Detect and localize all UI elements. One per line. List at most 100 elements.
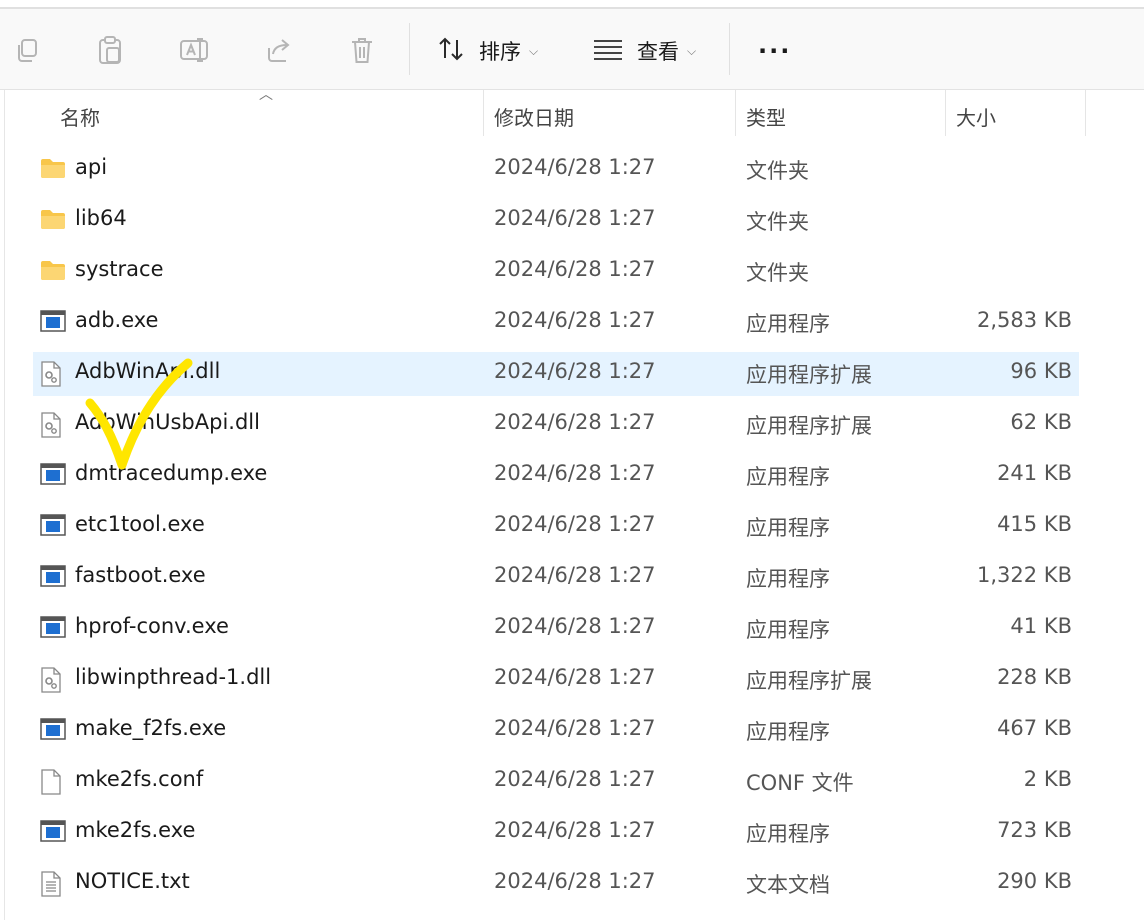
- chevron-down-icon: ⌵: [687, 43, 697, 58]
- file-row[interactable]: NOTICE.txt 2024/6/28 1:27 文本文档 290 KB: [33, 862, 1079, 906]
- chevron-down-icon: ⌵: [529, 43, 539, 58]
- sort-ascending-icon: ︿: [259, 87, 273, 103]
- column-divider[interactable]: [735, 90, 736, 136]
- file-type: 应用程序: [746, 516, 830, 540]
- file-row[interactable]: adb.exe 2024/6/28 1:27 应用程序 2,583 KB: [33, 301, 1079, 345]
- more-options-button[interactable]: ···: [758, 37, 791, 65]
- exe-icon: [40, 463, 66, 489]
- file-date-modified: 2024/6/28 1:27: [494, 869, 656, 893]
- file-row[interactable]: fastboot.exe 2024/6/28 1:27 应用程序 1,322 KB: [33, 556, 1079, 600]
- file-type: 应用程序: [746, 618, 830, 642]
- file-date-modified: 2024/6/28 1:27: [494, 155, 656, 179]
- file-size: 723 KB: [997, 818, 1072, 842]
- column-divider[interactable]: [483, 90, 484, 136]
- file-name: libwinpthread-1.dll: [75, 665, 272, 689]
- exe-icon: [40, 820, 66, 846]
- column-divider[interactable]: [945, 90, 946, 136]
- file-type: 应用程序: [746, 465, 830, 489]
- file-icon: [40, 769, 66, 795]
- file-row[interactable]: AdbWinApi.dll 2024/6/28 1:27 应用程序扩展 96 KB: [33, 352, 1079, 396]
- view-label: 查看: [637, 40, 679, 64]
- file-row[interactable]: libwinpthread-1.dll 2024/6/28 1:27 应用程序扩展 2…: [33, 658, 1079, 702]
- file-name: mke2fs.exe: [75, 818, 196, 842]
- toolbar-separator: [409, 23, 410, 75]
- file-size: 41 KB: [1010, 614, 1072, 638]
- exe-icon: [40, 718, 66, 744]
- file-size: 241 KB: [997, 461, 1072, 485]
- file-type: 应用程序: [746, 567, 830, 591]
- column-name[interactable]: 名称: [60, 102, 100, 131]
- folder-icon: [40, 157, 66, 183]
- file-date-modified: 2024/6/28 1:27: [494, 257, 656, 281]
- file-size: 2,583 KB: [977, 308, 1072, 332]
- dll-icon: [40, 667, 66, 693]
- file-size: 415 KB: [997, 512, 1072, 536]
- file-type: 应用程序: [746, 720, 830, 744]
- file-name: etc1tool.exe: [75, 512, 205, 536]
- file-name: dmtracedump.exe: [75, 461, 268, 485]
- file-type: 文件夹: [746, 159, 809, 183]
- dll-icon: [40, 412, 66, 438]
- file-row[interactable]: lib64 2024/6/28 1:27 文件夹: [33, 199, 1079, 243]
- exe-icon: [40, 616, 66, 642]
- view-button[interactable]: 查看 ⌵: [593, 31, 696, 71]
- column-date-modified[interactable]: 修改日期: [494, 102, 574, 131]
- file-name: NOTICE.txt: [75, 869, 190, 893]
- file-type: 应用程序扩展: [746, 363, 872, 387]
- file-row[interactable]: dmtracedump.exe 2024/6/28 1:27 应用程序 241 KB: [33, 454, 1079, 498]
- file-name: adb.exe: [75, 308, 159, 332]
- file-date-modified: 2024/6/28 1:27: [494, 206, 656, 230]
- file-type: 文件夹: [746, 210, 809, 234]
- file-name: lib64: [75, 206, 127, 230]
- file-name: fastboot.exe: [75, 563, 206, 587]
- column-size[interactable]: 大小: [956, 102, 996, 131]
- rename-icon[interactable]: [179, 35, 209, 65]
- file-type: 文本文档: [746, 873, 830, 897]
- file-row[interactable]: systrace 2024/6/28 1:27 文件夹: [33, 250, 1079, 294]
- sort-button[interactable]: 排序 ⌵: [437, 31, 538, 71]
- exe-icon: [40, 565, 66, 591]
- file-row[interactable]: AdbWinUsbApi.dll 2024/6/28 1:27 应用程序扩展 62 K…: [33, 403, 1079, 447]
- file-size: 290 KB: [997, 869, 1072, 893]
- toolbar-separator: [729, 23, 730, 75]
- file-type: 应用程序: [746, 312, 830, 336]
- file-type: 应用程序扩展: [746, 669, 872, 693]
- file-row[interactable]: api 2024/6/28 1:27 文件夹: [33, 148, 1079, 192]
- file-date-modified: 2024/6/28 1:27: [494, 410, 656, 434]
- file-row[interactable]: make_f2fs.exe 2024/6/28 1:27 应用程序 467 KB: [33, 709, 1079, 753]
- file-row[interactable]: mke2fs.conf 2024/6/28 1:27 CONF 文件 2 KB: [33, 760, 1079, 804]
- file-date-modified: 2024/6/28 1:27: [494, 563, 656, 587]
- sort-label: 排序: [479, 40, 521, 64]
- file-date-modified: 2024/6/28 1:27: [494, 359, 656, 383]
- share-icon[interactable]: [263, 35, 293, 65]
- file-size: 2 KB: [1023, 767, 1072, 791]
- folder-icon: [40, 259, 66, 285]
- file-date-modified: 2024/6/28 1:27: [494, 512, 656, 536]
- paste-icon[interactable]: [95, 35, 125, 65]
- file-date-modified: 2024/6/28 1:27: [494, 665, 656, 689]
- column-type[interactable]: 类型: [746, 102, 786, 131]
- file-row[interactable]: etc1tool.exe 2024/6/28 1:27 应用程序 415 KB: [33, 505, 1079, 549]
- file-name: systrace: [75, 257, 164, 281]
- file-row[interactable]: hprof-conv.exe 2024/6/28 1:27 应用程序 41 KB: [33, 607, 1079, 651]
- file-date-modified: 2024/6/28 1:27: [494, 818, 656, 842]
- column-header: ︿ 名称 修改日期 类型 大小: [0, 87, 1144, 140]
- file-row[interactable]: mke2fs.exe 2024/6/28 1:27 应用程序 723 KB: [33, 811, 1079, 855]
- file-date-modified: 2024/6/28 1:27: [494, 461, 656, 485]
- sort-icon: [437, 36, 465, 67]
- file-name: make_f2fs.exe: [75, 716, 227, 740]
- exe-icon: [40, 310, 66, 336]
- file-size: 228 KB: [997, 665, 1072, 689]
- column-divider[interactable]: [1085, 90, 1086, 136]
- copy-icon[interactable]: [12, 35, 42, 65]
- file-type: 应用程序: [746, 822, 830, 846]
- view-icon: [593, 38, 623, 65]
- file-type: 应用程序扩展: [746, 414, 872, 438]
- file-name: api: [75, 155, 108, 179]
- file-type: 文件夹: [746, 261, 809, 285]
- file-name: hprof-conv.exe: [75, 614, 229, 638]
- delete-icon[interactable]: [347, 35, 377, 65]
- file-size: 62 KB: [1010, 410, 1072, 434]
- file-type: CONF 文件: [746, 771, 854, 795]
- dll-icon: [40, 361, 66, 387]
